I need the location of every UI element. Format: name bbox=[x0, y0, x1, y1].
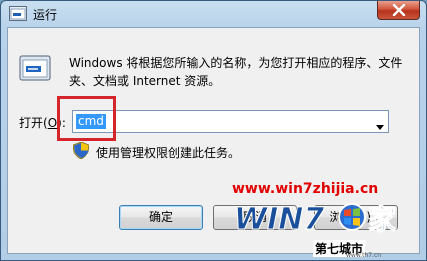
svg-text:WIN7: WIN7 bbox=[234, 202, 324, 237]
dialog-description: Windows 将根据您所输入的名称，为您打开相应的程序、文件夹、文档或 Int… bbox=[69, 56, 403, 88]
uac-shield-icon bbox=[72, 141, 90, 160]
win7-logo-icon: WIN7 家 bbox=[234, 202, 397, 238]
admin-privilege-note: 使用管理权限创建此任务。 bbox=[96, 146, 241, 160]
svg-text:家: 家 bbox=[368, 203, 396, 236]
open-combobox[interactable]: cmd bbox=[72, 110, 389, 133]
watermark-logo: WIN7 家 bbox=[230, 195, 410, 240]
annotation-highlight-box bbox=[57, 96, 116, 141]
close-button[interactable] bbox=[377, 1, 420, 20]
run-icon bbox=[19, 52, 51, 84]
ok-button[interactable]: 确定 bbox=[119, 205, 203, 230]
window-title: 运行 bbox=[33, 8, 58, 22]
title-bar[interactable]: 运行 bbox=[1, 1, 426, 27]
watermark-site-url: www.th7.cn bbox=[346, 252, 382, 259]
dropdown-arrow-icon[interactable] bbox=[376, 119, 384, 133]
run-icon bbox=[9, 6, 27, 21]
close-icon bbox=[392, 4, 406, 16]
